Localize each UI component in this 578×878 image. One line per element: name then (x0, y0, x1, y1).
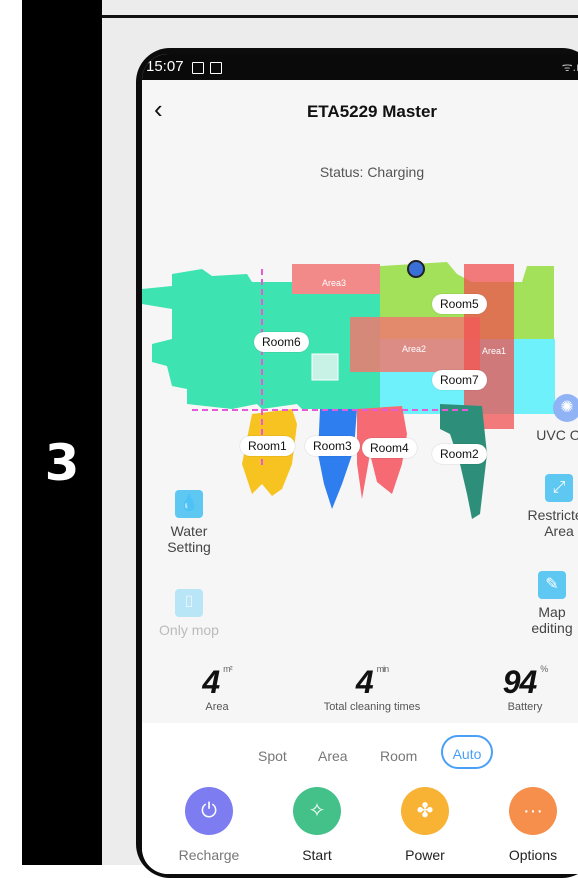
uvc-label: UVC OFF (536, 427, 578, 443)
room3-region (318, 409, 357, 509)
room7-label[interactable]: Room7 (432, 370, 487, 390)
restricted-area-label-1: Restricted (527, 507, 578, 523)
water-drop-icon: 💧 (175, 490, 203, 518)
time-value: 4 (355, 664, 374, 700)
pencil-icon: ✎ (538, 571, 566, 599)
charging-dock-icon (407, 260, 425, 278)
power-button[interactable]: ✤ Power (380, 787, 470, 863)
phone-screen: 15:07 ᯤ.ıl ‹ ETA5229 Master Status: Char… (142, 54, 578, 874)
water-setting-button[interactable]: 💧 Water Setting (156, 490, 222, 555)
recharge-label: Recharge (178, 847, 240, 863)
area3-label: Area3 (322, 278, 347, 288)
broom-icon: ✧ (293, 787, 341, 835)
battery-value: 94 (502, 664, 538, 700)
recharge-button[interactable]: ⏻ Recharge (164, 787, 254, 863)
area-unit: m² (223, 664, 232, 674)
map-editing-label-2: editing (531, 620, 573, 636)
options-label: Options (508, 847, 558, 863)
top-divider (102, 15, 578, 18)
status-text: Status: Charging (319, 164, 425, 180)
battery-label: Battery (507, 701, 543, 713)
area1-label: Area1 (482, 346, 507, 356)
restricted-area-icon: ⤢ (545, 474, 573, 502)
wifi-signal-icon: ᯤ.ıl (561, 60, 578, 74)
mode-auto[interactable]: Auto (441, 735, 493, 769)
step-number: 3 (44, 434, 80, 492)
robot-position-icon (311, 353, 339, 381)
gallery-notification-icon (192, 62, 204, 74)
room6-label[interactable]: Room6 (254, 332, 309, 352)
plug-icon: ⏻ (185, 787, 233, 835)
room2-label[interactable]: Room2 (432, 444, 487, 464)
start-button[interactable]: ✧ Start (272, 787, 362, 863)
mode-spot[interactable]: Spot (258, 748, 287, 764)
uvc-toggle[interactable]: ✺ UVC OFF (532, 394, 578, 443)
start-label: Start (302, 847, 332, 863)
area-stat: 4 m² Area (152, 664, 282, 713)
water-setting-label-2: Setting (167, 539, 211, 555)
only-mop-label: Only mop (159, 622, 219, 638)
room3-label[interactable]: Room3 (305, 436, 360, 456)
restricted-area-button[interactable]: ⤢ Restricted Area (514, 474, 578, 539)
only-mop-button[interactable]: ⌷ Only mop (152, 589, 226, 638)
left-black-bar (22, 0, 102, 865)
area-label: Area (205, 701, 229, 713)
time-label: Total cleaning times (323, 701, 421, 713)
restricted-area-label-2: Area (544, 523, 574, 539)
fan-icon: ✤ (401, 787, 449, 835)
status-bar: 15:07 ᯤ.ıl (142, 54, 578, 80)
mop-icon: ⌷ (175, 589, 203, 617)
mode-area[interactable]: Area (318, 748, 348, 764)
map-editing-label-1: Map (538, 604, 566, 620)
battery-stat: 94% Battery (460, 664, 578, 713)
cleaning-time-stat: 4 min Total cleaning times (302, 664, 442, 713)
room4-label[interactable]: Room4 (362, 438, 417, 458)
area-value: 4 (202, 664, 220, 700)
uvc-icon: ✺ (553, 394, 578, 422)
map-editing-button[interactable]: ✎ Map editing (514, 571, 578, 636)
area2-label: Area2 (402, 344, 427, 354)
mode-room[interactable]: Room (380, 748, 417, 764)
clock: 15:07 (146, 58, 184, 75)
water-setting-label-1: Water (170, 523, 208, 539)
room5-label[interactable]: Room5 (432, 294, 487, 314)
time-unit: min (376, 664, 389, 674)
room1-label[interactable]: Room1 (240, 436, 295, 456)
more-dots-icon: ··· (509, 787, 557, 835)
page-title: ETA5229 Master (306, 102, 438, 121)
power-label: Power (405, 847, 445, 863)
sd-card-icon (210, 62, 222, 74)
options-button[interactable]: ··· Options (488, 787, 578, 863)
battery-unit: % (540, 664, 548, 674)
